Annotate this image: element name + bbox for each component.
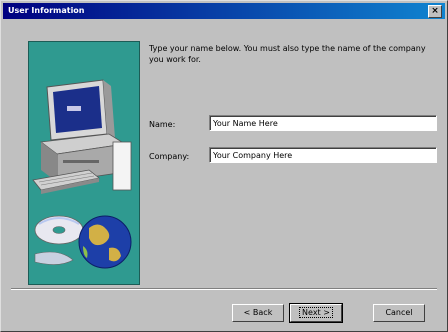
back-button[interactable]: < Back: [232, 304, 284, 322]
title-bar[interactable]: User Information ×: [3, 3, 445, 19]
divider: [11, 288, 437, 290]
cancel-button-label: Cancel: [385, 308, 413, 317]
close-button[interactable]: ×: [428, 5, 442, 18]
cancel-button[interactable]: Cancel: [373, 304, 425, 322]
company-input[interactable]: Your Company Here: [209, 147, 437, 163]
name-input[interactable]: Your Name Here: [209, 115, 437, 131]
next-button-label: Next >: [299, 307, 333, 318]
user-information-dialog: User Information × Type your name below.…: [0, 0, 448, 332]
name-label: Name:: [149, 120, 176, 129]
artwork-svg: [32, 79, 132, 269]
globe-icon: [78, 215, 132, 269]
back-button-label: < Back: [243, 308, 273, 317]
cd-disc-icon: [34, 215, 84, 245]
company-label: Company:: [149, 152, 190, 161]
wizard-artwork: [28, 41, 140, 285]
next-button[interactable]: Next >: [289, 303, 343, 323]
instruction-text: Type your name below. You must also type…: [149, 44, 426, 64]
dialog-title: User Information: [8, 6, 85, 15]
computer-icon: [32, 79, 132, 194]
